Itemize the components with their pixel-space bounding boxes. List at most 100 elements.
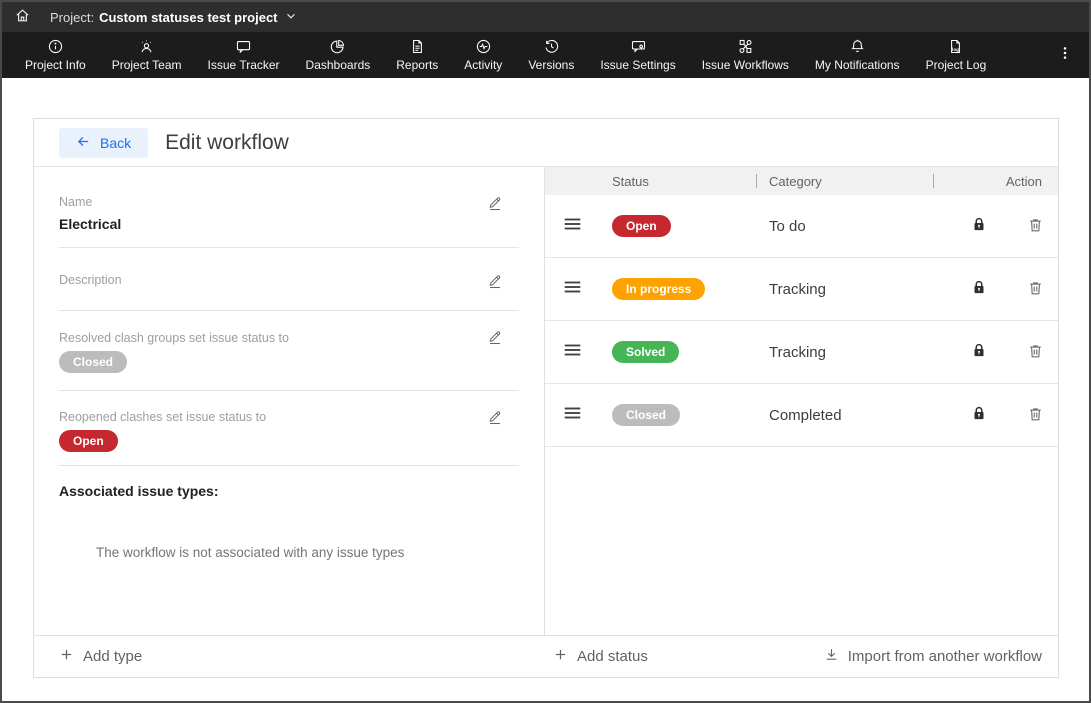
import-workflow-label: Import from another workflow — [848, 648, 1042, 665]
lock-button[interactable] — [970, 341, 988, 363]
activity-pulse-icon — [475, 38, 492, 55]
project-navbar: Project Info Project Team Issue Tracker Das… — [2, 32, 1089, 78]
delete-button[interactable] — [1027, 342, 1044, 363]
add-type-label: Add type — [83, 648, 142, 665]
status-cell: Open — [600, 215, 756, 237]
delete-button[interactable] — [1027, 405, 1044, 426]
nav-item-project-info[interactable]: Project Info — [12, 32, 99, 78]
pencil-icon — [487, 333, 503, 348]
nav-item-label: Project Team — [112, 58, 182, 72]
nav-item-issue-tracker[interactable]: Issue Tracker — [195, 32, 293, 78]
bell-icon — [849, 38, 866, 55]
nav-item-label: Dashboards — [306, 58, 371, 72]
import-workflow-button[interactable]: Import from another workflow — [824, 647, 1042, 666]
nav-item-project-log[interactable]: log Project Log — [913, 32, 1000, 78]
description-field[interactable]: Description — [59, 248, 519, 311]
home-button[interactable] — [2, 7, 42, 27]
status-badge: In progress — [612, 278, 705, 300]
nav-item-activity[interactable]: Activity — [451, 32, 515, 78]
lock-icon — [970, 215, 988, 237]
status-badge: Open — [612, 215, 671, 237]
edit-reopened-status-button[interactable] — [487, 409, 503, 428]
nav-item-label: Issue Tracker — [208, 58, 280, 72]
status-cell: In progress — [600, 278, 756, 300]
edit-name-button[interactable] — [487, 195, 503, 214]
nav-item-label: Issue Settings — [600, 58, 675, 72]
status-table-row: In progress Tracking — [545, 258, 1058, 321]
trash-icon — [1027, 216, 1044, 237]
drag-handle[interactable] — [545, 280, 600, 299]
status-table-row: Solved Tracking — [545, 321, 1058, 384]
nav-item-dashboards[interactable]: Dashboards — [293, 32, 384, 78]
nav-item-reports[interactable]: Reports — [383, 32, 451, 78]
edit-description-button[interactable] — [487, 273, 503, 292]
status-badge: Closed — [59, 351, 127, 373]
column-header-status: Status — [600, 167, 756, 195]
lock-button[interactable] — [970, 278, 988, 300]
edit-resolved-status-button[interactable] — [487, 329, 503, 348]
nav-item-versions[interactable]: Versions — [515, 32, 587, 78]
nav-item-label: Reports — [396, 58, 438, 72]
drag-handle[interactable] — [545, 343, 600, 362]
team-icon — [138, 38, 155, 55]
nav-item-label: Project Info — [25, 58, 86, 72]
add-status-button[interactable]: Add status — [553, 647, 648, 666]
project-label: Project: — [50, 10, 94, 25]
document-icon — [409, 38, 426, 55]
nav-item-label: Project Log — [926, 58, 987, 72]
pencil-icon — [487, 413, 503, 428]
status-badge: Closed — [612, 404, 680, 426]
back-label: Back — [100, 135, 131, 151]
trash-icon — [1027, 342, 1044, 363]
name-value: Electrical — [59, 216, 519, 232]
nav-item-label: Issue Workflows — [702, 58, 789, 72]
app-window: Project: Custom statuses test project Pr… — [0, 0, 1091, 703]
nav-item-issue-workflows[interactable]: Issue Workflows — [689, 32, 802, 78]
name-label: Name — [59, 195, 519, 209]
nav-item-my-notifications[interactable]: My Notifications — [802, 32, 913, 78]
category-cell: To do — [756, 218, 933, 235]
footer-right: Add status Import from another workflow — [545, 647, 1058, 666]
page-title: Edit workflow — [165, 131, 289, 155]
nav-item-issue-settings[interactable]: Issue Settings — [587, 32, 688, 78]
info-icon — [47, 38, 64, 55]
name-field: Name Electrical — [59, 167, 519, 248]
lock-icon — [970, 404, 988, 426]
chevron-down-icon — [285, 10, 297, 25]
delete-button[interactable] — [1027, 216, 1044, 237]
nav-items: Project Info Project Team Issue Tracker Das… — [12, 32, 999, 78]
drag-handle[interactable] — [545, 217, 600, 236]
drag-handle[interactable] — [545, 406, 600, 425]
action-cell — [933, 404, 1058, 426]
add-type-button[interactable]: Add type — [59, 647, 142, 666]
status-badge: Solved — [612, 341, 679, 363]
arrow-left-icon — [76, 134, 91, 152]
lock-icon — [970, 278, 988, 300]
card-body: Name Electrical Description Resolved — [34, 167, 1058, 635]
project-switcher[interactable] — [285, 10, 297, 25]
delete-button[interactable] — [1027, 279, 1044, 300]
more-vertical-icon — [1057, 45, 1073, 66]
lock-button[interactable] — [970, 215, 988, 237]
lock-button[interactable] — [970, 404, 988, 426]
plus-icon — [553, 647, 568, 666]
nav-item-project-team[interactable]: Project Team — [99, 32, 195, 78]
card-footer: Add type Add status Import from another … — [34, 635, 1058, 677]
lock-icon — [970, 341, 988, 363]
svg-text:log: log — [952, 47, 959, 52]
associated-types-empty-message: The workflow is not associated with any … — [96, 545, 519, 560]
card-header: Back Edit workflow — [34, 119, 1058, 167]
plus-icon — [59, 647, 74, 666]
column-header-category: Category — [756, 167, 933, 195]
status-badge: Open — [59, 430, 118, 452]
log-document-icon: log — [947, 38, 964, 55]
trash-icon — [1027, 279, 1044, 300]
status-table-row: Closed Completed — [545, 384, 1058, 447]
pencil-icon — [487, 199, 503, 214]
status-cell: Closed — [600, 404, 756, 426]
action-cell — [933, 278, 1058, 300]
nav-overflow-button[interactable] — [1057, 45, 1073, 66]
back-button[interactable]: Back — [59, 128, 148, 158]
workflow-details-panel: Name Electrical Description Resolved — [34, 167, 545, 635]
column-header-action: Action — [933, 167, 1058, 195]
